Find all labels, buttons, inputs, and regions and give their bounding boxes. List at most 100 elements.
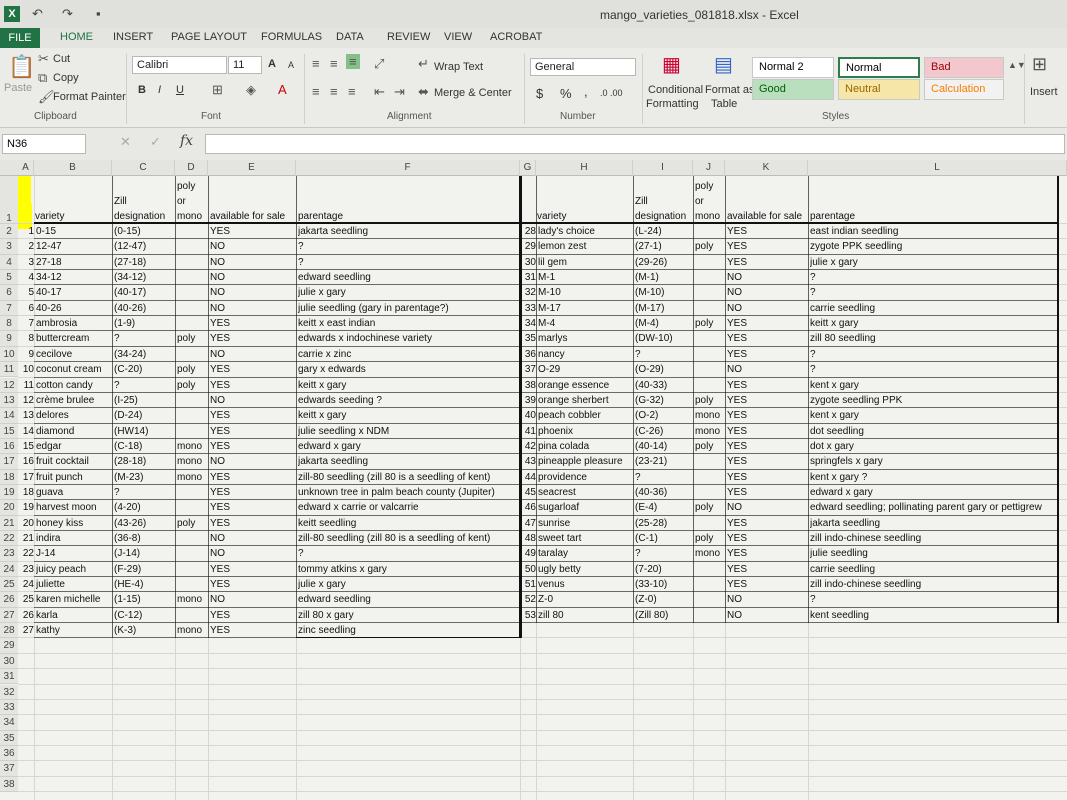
left-cell[interactable]: NO: [210, 347, 296, 362]
left-cell[interactable]: (K-3): [114, 623, 174, 638]
right-cell[interactable]: (C-1): [635, 531, 693, 546]
right-cell[interactable]: 32: [519, 285, 536, 300]
left-cell[interactable]: julie seedling (gary in parentage?): [298, 301, 518, 316]
left-cell[interactable]: YES: [210, 224, 296, 239]
left-cell[interactable]: honey kiss: [36, 516, 112, 531]
row-header-5[interactable]: 5: [0, 270, 18, 286]
right-cell[interactable]: [695, 378, 725, 393]
right-cell[interactable]: (M-4): [635, 316, 693, 331]
right-cell[interactable]: (29-26): [635, 255, 693, 270]
left-cell[interactable]: (28-18): [114, 454, 174, 469]
left-cell[interactable]: 17: [18, 470, 34, 485]
left-cell[interactable]: 16: [18, 454, 34, 469]
left-cell[interactable]: (43-26): [114, 516, 174, 531]
left-cell[interactable]: YES: [210, 562, 296, 577]
right-cell[interactable]: taralay: [538, 546, 633, 561]
left-cell[interactable]: keitt x gary: [298, 408, 518, 423]
column-header-D[interactable]: D: [175, 160, 208, 176]
left-cell[interactable]: NO: [210, 270, 296, 285]
left-cell[interactable]: 4: [18, 270, 34, 285]
right-cell[interactable]: edward x gary: [810, 485, 1056, 500]
grow-font-button[interactable]: A: [268, 58, 276, 70]
column-header-F[interactable]: F: [296, 160, 520, 176]
left-cell[interactable]: 1: [18, 224, 34, 239]
left-cell[interactable]: 5: [18, 285, 34, 300]
left-cell[interactable]: edgar: [36, 439, 112, 454]
right-cell[interactable]: jakarta seedling: [810, 516, 1056, 531]
left-cell[interactable]: (M-23): [114, 470, 174, 485]
save-icon[interactable]: ▪: [96, 6, 101, 21]
right-cell[interactable]: 42: [519, 439, 536, 454]
right-cell[interactable]: 53: [519, 608, 536, 623]
left-cell[interactable]: coconut cream: [36, 362, 112, 377]
font-name-dropdown[interactable]: Calibri: [132, 56, 227, 74]
left-cell[interactable]: (C-18): [114, 439, 174, 454]
row-header-10[interactable]: 10: [0, 346, 18, 363]
right-cell[interactable]: 39: [519, 393, 536, 408]
decimal-buttons[interactable]: .0 .00: [600, 88, 623, 98]
left-cell[interactable]: [177, 301, 207, 316]
right-cell[interactable]: (Zill 80): [635, 608, 693, 623]
row-header-30[interactable]: 30: [0, 653, 18, 670]
left-cell[interactable]: YES: [210, 439, 296, 454]
left-cell[interactable]: 21: [18, 531, 34, 546]
right-cell[interactable]: [695, 516, 725, 531]
left-cell[interactable]: (C-20): [114, 362, 174, 377]
right-cell[interactable]: ?: [810, 285, 1056, 300]
merge-center-button[interactable]: Merge & Center: [434, 87, 512, 99]
left-cell[interactable]: delores: [36, 408, 112, 423]
number-format-dropdown[interactable]: General: [530, 58, 636, 76]
left-cell[interactable]: 9: [18, 347, 34, 362]
fill-color-icon[interactable]: ◈: [246, 82, 256, 98]
shrink-font-button[interactable]: A: [288, 60, 294, 70]
right-cell[interactable]: zill 80: [538, 608, 633, 623]
left-cell[interactable]: YES: [210, 362, 296, 377]
left-cell[interactable]: 34-12: [36, 270, 112, 285]
left-cell[interactable]: mono: [177, 439, 207, 454]
left-cell[interactable]: 23: [18, 562, 34, 577]
right-cell[interactable]: orange sherbert: [538, 393, 633, 408]
left-cell[interactable]: YES: [210, 424, 296, 439]
right-cell[interactable]: YES: [727, 224, 807, 239]
right-cell[interactable]: orange essence: [538, 378, 633, 393]
left-cell[interactable]: poly: [177, 362, 207, 377]
right-cell[interactable]: YES: [727, 316, 807, 331]
right-cell[interactable]: [695, 331, 725, 346]
left-cell[interactable]: YES: [210, 470, 296, 485]
left-cell[interactable]: 2: [18, 239, 34, 254]
right-cell[interactable]: (7-20): [635, 562, 693, 577]
left-cell[interactable]: 6: [18, 301, 34, 316]
left-cell[interactable]: NO: [210, 301, 296, 316]
right-cell[interactable]: kent x gary ?: [810, 470, 1056, 485]
column-header-C[interactable]: C: [112, 160, 175, 176]
tab-insert[interactable]: INSERT: [113, 31, 153, 43]
name-box[interactable]: N36: [2, 134, 86, 154]
right-cell[interactable]: YES: [727, 454, 807, 469]
align-left-icon[interactable]: ≡: [312, 84, 320, 99]
right-cell[interactable]: carrie seedling: [810, 301, 1056, 316]
increase-indent-icon[interactable]: ⇥: [394, 84, 405, 100]
right-cell[interactable]: M-10: [538, 285, 633, 300]
right-cell[interactable]: NO: [727, 362, 807, 377]
left-cell[interactable]: [177, 224, 207, 239]
left-cell[interactable]: [177, 316, 207, 331]
right-cell[interactable]: poly: [695, 439, 725, 454]
left-cell[interactable]: keitt x east indian: [298, 316, 518, 331]
left-cell[interactable]: NO: [210, 546, 296, 561]
right-cell[interactable]: ?: [635, 470, 693, 485]
borders-icon[interactable]: ⊞: [212, 82, 223, 98]
right-cell[interactable]: sunrise: [538, 516, 633, 531]
undo-icon[interactable]: ↶: [32, 6, 43, 22]
left-cell[interactable]: zill-80 seedling (zill 80 is a seedling …: [298, 470, 518, 485]
tab-acrobat[interactable]: ACROBAT: [490, 31, 542, 43]
left-cell[interactable]: edwards seeding ?: [298, 393, 518, 408]
right-cell[interactable]: 29: [519, 239, 536, 254]
left-cell[interactable]: edwards x indochinese variety: [298, 331, 518, 346]
row-header-2[interactable]: 2: [0, 224, 18, 240]
right-cell[interactable]: venus: [538, 577, 633, 592]
right-cell[interactable]: 38: [519, 378, 536, 393]
right-cell[interactable]: 45: [519, 485, 536, 500]
left-cell[interactable]: 8: [18, 331, 34, 346]
format-painter-button[interactable]: Format Painter: [53, 91, 126, 103]
right-cell[interactable]: YES: [727, 577, 807, 592]
